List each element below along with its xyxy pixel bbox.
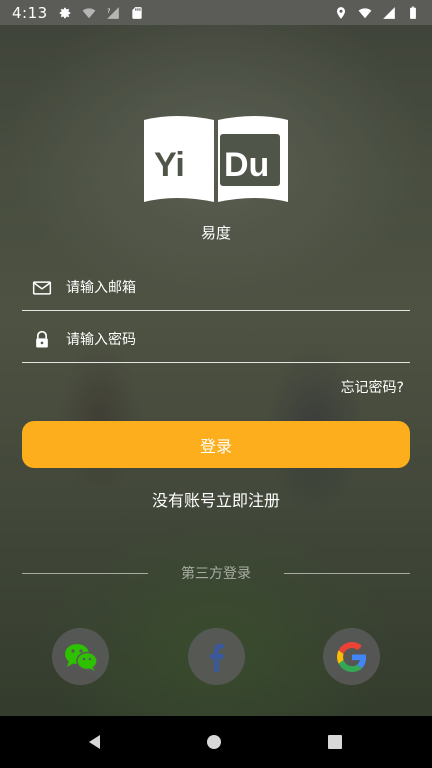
gear-icon — [59, 7, 70, 18]
logo-text-yi: Yi — [154, 146, 185, 184]
password-field[interactable] — [22, 318, 410, 363]
recent-apps-icon[interactable] — [328, 735, 342, 749]
battery-icon — [410, 6, 416, 19]
envelope-icon — [32, 281, 52, 295]
divider-line-left — [22, 572, 148, 574]
register-link[interactable]: 没有账号立即注册 — [0, 487, 432, 511]
sd-card-icon — [132, 6, 142, 19]
google-icon — [336, 641, 366, 672]
wechat-icon — [64, 643, 98, 671]
google-login-button[interactable] — [323, 628, 380, 685]
login-button[interactable]: 登录 — [22, 421, 410, 468]
signal-icon — [383, 6, 395, 19]
signal-unknown-icon: ? — [106, 7, 119, 19]
wifi-icon — [358, 7, 372, 18]
third-party-label: 第三方登录 — [181, 566, 251, 582]
back-icon[interactable] — [87, 734, 103, 750]
facebook-login-button[interactable] — [188, 628, 245, 685]
third-party-divider: 第三方登录 — [22, 563, 410, 583]
password-input[interactable] — [64, 331, 410, 349]
lock-icon — [36, 330, 48, 348]
status-time: 4:13 — [12, 3, 48, 22]
yidu-logo: Yi Du — [144, 116, 288, 202]
wechat-login-button[interactable] — [52, 628, 109, 685]
forgot-password-link[interactable]: 忘记密码? — [341, 377, 404, 397]
logo-text-du: Du — [224, 146, 269, 184]
svg-text:?: ? — [107, 7, 110, 15]
home-icon[interactable] — [207, 735, 221, 749]
divider-line-right — [284, 572, 410, 574]
app-name: 易度 — [200, 224, 231, 242]
status-bar: 4:13 ? — [0, 0, 432, 25]
email-field[interactable] — [22, 266, 410, 311]
facebook-icon — [209, 643, 224, 672]
location-icon — [336, 6, 346, 19]
email-input[interactable] — [64, 279, 410, 297]
navigation-bar — [0, 716, 432, 768]
wifi-off-icon — [82, 7, 96, 18]
